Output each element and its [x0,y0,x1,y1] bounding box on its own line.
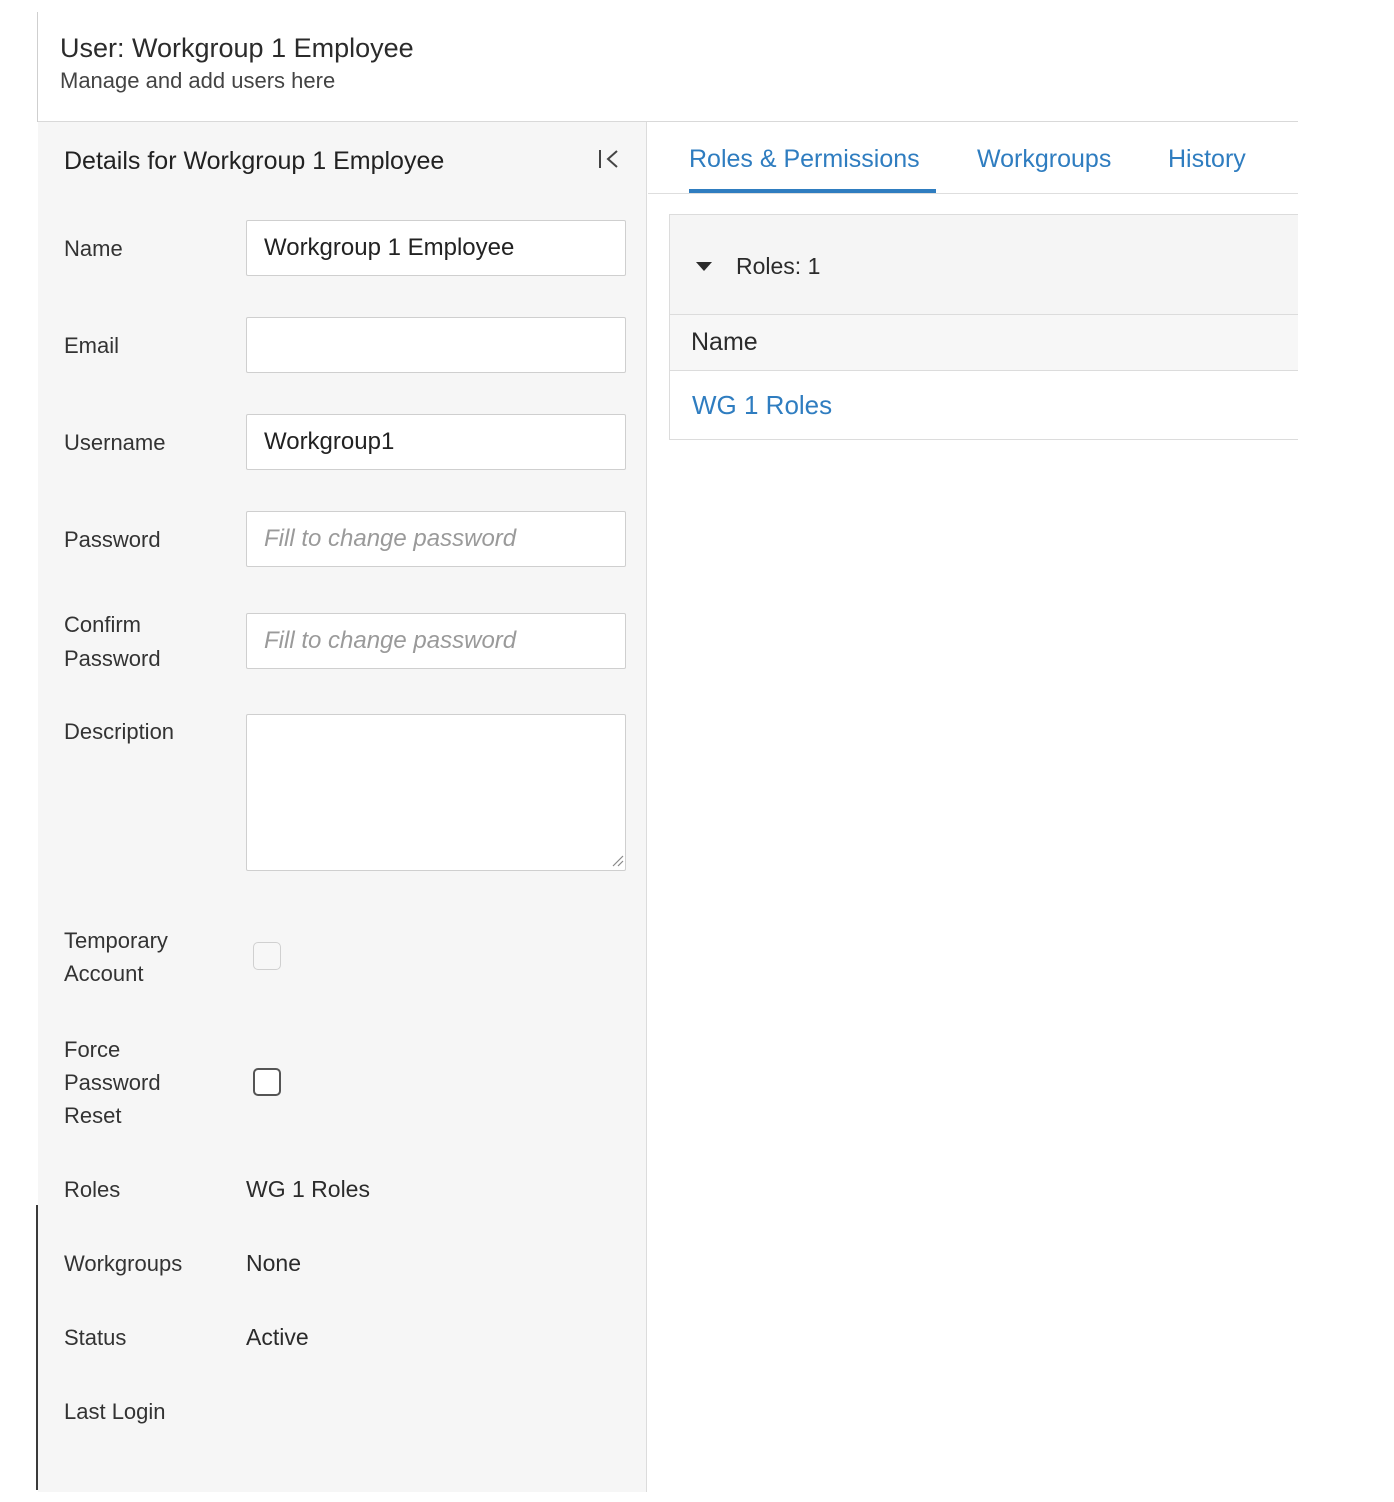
workgroups-label: Workgroups [64,1251,183,1276]
description-field[interactable] [246,714,626,871]
details-panel-title: Details for Workgroup 1 Employee [64,147,445,175]
status-label: Status [64,1325,127,1350]
page-subtitle: Manage and add users here [60,68,336,93]
active-tab-indicator [689,189,936,193]
tab-history[interactable]: History [1168,142,1246,176]
password-field[interactable] [246,511,626,567]
details-panel: Details for Workgroup 1 Employee Name Em… [38,122,647,1492]
temporary-account-label-line2: Account [64,961,144,986]
password-label: Password [64,527,161,552]
temporary-account-checkbox [253,942,281,970]
page-header: User: Workgroup 1 Employee Manage and ad… [60,30,414,96]
confirm-password-field[interactable] [246,613,626,669]
table-header-row: Name [670,315,1298,371]
roles-panel-header[interactable]: Roles: 1 [670,215,1298,315]
left-border-top [37,12,38,122]
roles-count: Roles: 1 [736,253,821,279]
description-label: Description [64,719,175,744]
page-title: User: Workgroup 1 Employee [60,33,414,63]
status-value: Active [246,1324,309,1350]
username-label: Username [64,430,166,455]
last-login-label: Last Login [64,1399,166,1424]
roles-panel: Roles: 1 Name WG 1 Roles [669,214,1298,440]
name-field[interactable] [246,220,626,276]
column-header-name: Name [691,328,758,356]
email-label: Email [64,333,120,358]
roles-value: WG 1 Roles [246,1176,370,1202]
roles-label: Roles [64,1177,121,1202]
force-password-reset-label-line3: Reset [64,1103,122,1128]
confirm-password-label-line1: Confirm [64,612,142,637]
force-password-reset-checkbox[interactable] [253,1068,281,1096]
role-link-wg1-roles[interactable]: WG 1 Roles [692,388,832,422]
temporary-account-label-line1: Temporary [64,928,168,953]
collapse-left-icon[interactable] [595,144,623,174]
force-password-reset-label-line2: Password [64,1070,161,1095]
name-label: Name [64,236,123,261]
email-field[interactable] [246,317,626,373]
confirm-password-label-line2: Password [64,646,161,671]
caret-down-icon[interactable] [694,260,714,272]
username-field[interactable] [246,414,626,470]
tabs-bar: Roles & Permissions Workgroups History [648,122,1298,194]
tab-workgroups[interactable]: Workgroups [977,142,1111,176]
tab-roles-permissions[interactable]: Roles & Permissions [689,142,920,176]
workgroups-value: None [246,1250,301,1276]
force-password-reset-label-line1: Force [64,1037,121,1062]
resize-grip-icon[interactable] [610,853,624,867]
